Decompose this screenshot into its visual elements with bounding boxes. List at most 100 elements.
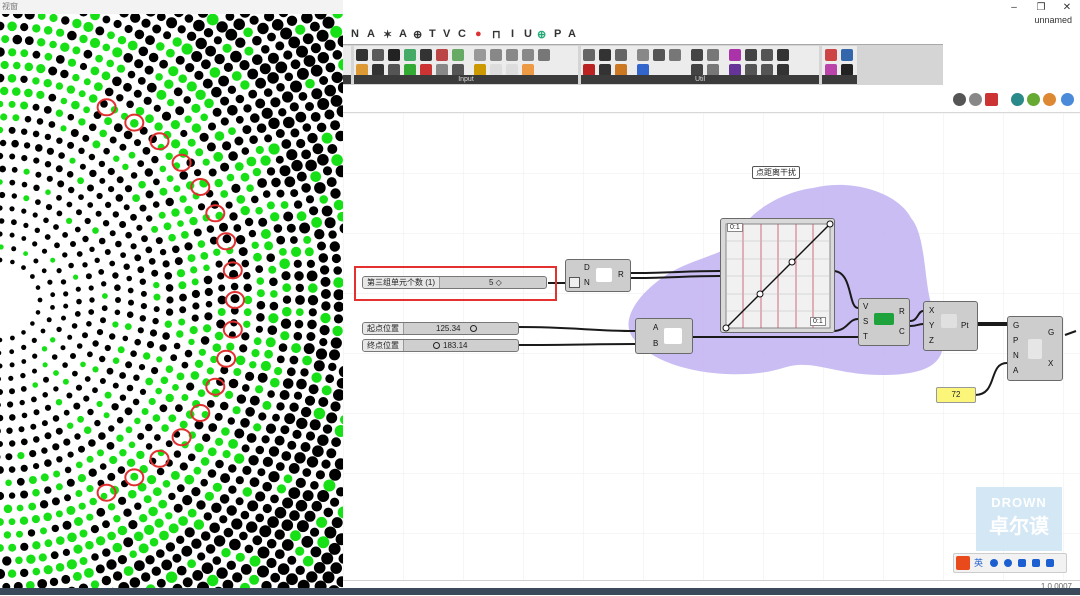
sogou-icon[interactable] — [956, 556, 970, 570]
rhino-viewport[interactable]: 视窗 — [0, 0, 344, 595]
divide-output-r[interactable]: R — [618, 270, 624, 279]
remap-input-s[interactable]: S — [863, 317, 868, 326]
globe-icon[interactable] — [1061, 93, 1074, 106]
mic-icon[interactable] — [1018, 559, 1026, 567]
grid-icon[interactable] — [404, 49, 416, 61]
no-entry-icon[interactable] — [707, 49, 719, 61]
slider-start-value[interactable]: 125.34 — [436, 323, 460, 334]
minimize-button[interactable]: – — [1006, 2, 1022, 13]
solve-icon[interactable] — [1027, 93, 1040, 106]
bounds-input-b[interactable]: B — [653, 339, 658, 348]
divide-input-n[interactable]: N — [584, 278, 590, 287]
sphere-render-icon[interactable] — [1043, 93, 1056, 106]
cluster-icon[interactable] — [653, 49, 665, 61]
remap-output-r[interactable]: R — [899, 307, 905, 316]
emoji-icon[interactable] — [1004, 559, 1012, 567]
util-panel-label: Util — [581, 75, 819, 84]
point-input-x[interactable]: X — [929, 306, 934, 315]
restore-button[interactable]: ❐ — [1033, 2, 1049, 13]
populate-dots-icon — [1028, 339, 1042, 359]
tab-p[interactable]: P — [554, 28, 561, 40]
tab-c[interactable]: C — [458, 28, 466, 40]
bounds-icon — [664, 328, 682, 344]
slider-count[interactable]: 第三组单元个数 (1) 5 ◇ — [362, 276, 547, 289]
remap-input-t[interactable]: T — [863, 332, 868, 341]
color-wheel-icon[interactable] — [452, 49, 464, 61]
gear-icon[interactable] — [474, 49, 486, 61]
link-icon[interactable] — [538, 49, 550, 61]
tab-star[interactable]: ✶ — [383, 28, 392, 41]
point-input-z[interactable]: Z — [929, 336, 934, 345]
shape-icon[interactable] — [637, 49, 649, 61]
fx-icon[interactable] — [825, 49, 837, 61]
tab-i[interactable]: I — [511, 28, 514, 40]
point-output-pt[interactable]: Pt — [961, 321, 969, 330]
pop-input-p[interactable]: P — [1013, 336, 1018, 345]
pop-input-a[interactable]: A — [1013, 366, 1018, 375]
value-panel[interactable]: 72 — [936, 387, 976, 403]
slider-end[interactable]: 终点位置 183.14 — [362, 339, 519, 352]
paint-icon[interactable] — [729, 49, 741, 61]
cup-icon[interactable] — [745, 49, 757, 61]
populate-component[interactable]: G P N A G X — [1007, 316, 1063, 381]
tab-v[interactable]: V — [443, 28, 450, 40]
slider-end-value[interactable]: 183.14 — [443, 340, 467, 351]
slider-start[interactable]: 起点位置 125.34 — [362, 322, 519, 335]
slider-start-grip-icon[interactable] — [470, 325, 477, 332]
pop-output-g[interactable]: G — [1048, 328, 1054, 337]
graph-mapper[interactable]: 0:1 0:1 — [720, 218, 835, 333]
wire-icon[interactable] — [969, 93, 982, 106]
divide-input-d[interactable]: D — [584, 263, 590, 272]
tab-globe2[interactable]: ⊕ — [537, 28, 546, 41]
tab-a3[interactable]: A — [568, 28, 576, 40]
target-icon[interactable] — [669, 49, 681, 61]
point-input-y[interactable]: Y — [929, 321, 934, 330]
shp-icon[interactable] — [522, 49, 534, 61]
3dm-icon[interactable] — [490, 49, 502, 61]
shirt-icon[interactable] — [1046, 559, 1054, 567]
close-button[interactable]: ✕ — [1059, 2, 1075, 13]
translate-icon[interactable] — [841, 49, 853, 61]
bounds-input-a[interactable]: A — [653, 323, 658, 332]
tab-a2[interactable]: A — [399, 28, 407, 40]
tab-t[interactable]: T — [429, 28, 436, 40]
stamp-icon[interactable] — [599, 49, 611, 61]
ring-icon[interactable] — [615, 49, 627, 61]
punct-icon[interactable] — [990, 559, 998, 567]
shaded-icon[interactable] — [985, 93, 998, 106]
slider-end-grip-icon[interactable] — [433, 342, 440, 349]
curve-icon[interactable] — [372, 49, 384, 61]
slider-count-value[interactable]: 5 ◇ — [489, 277, 502, 288]
tab-globe[interactable]: ⊕ — [413, 28, 422, 41]
tab-a[interactable]: A — [367, 28, 375, 40]
remap-output-c[interactable]: C — [899, 327, 905, 336]
pop-input-n[interactable]: N — [1013, 351, 1019, 360]
tab-n[interactable]: N — [351, 28, 359, 40]
ball-icon[interactable] — [777, 49, 789, 61]
helmet-icon[interactable] — [761, 49, 773, 61]
brush-icon[interactable] — [356, 49, 368, 61]
wave-icon[interactable] — [583, 49, 595, 61]
preview-icon[interactable] — [953, 93, 966, 106]
remap-component[interactable]: V S T R C — [858, 298, 910, 346]
number-icon[interactable] — [436, 49, 448, 61]
pop-output-x[interactable]: X — [1048, 359, 1053, 368]
box-icon[interactable] — [420, 49, 432, 61]
bounds-component[interactable]: A B — [635, 318, 693, 354]
tab-u[interactable]: U — [524, 28, 532, 40]
bake-icon[interactable] — [1011, 93, 1024, 106]
ime-lang[interactable]: 英 — [974, 556, 983, 569]
tab-square[interactable]: ⊓ — [492, 28, 501, 41]
remap-input-v[interactable]: V — [863, 302, 868, 311]
arrow-right-icon[interactable] — [691, 49, 703, 61]
definition-canvas[interactable]: 第三组单元个数 (1) 5 ◇ 起点位置 125.34 终点位置 183.14 … — [343, 113, 1080, 580]
divide-component[interactable]: D N R — [565, 259, 631, 292]
keyboard-icon[interactable] — [1032, 559, 1040, 567]
tab-dot[interactable]: ● — [475, 28, 482, 40]
sphere-icon[interactable] — [388, 49, 400, 61]
dot-pattern — [0, 0, 343, 595]
img-icon[interactable] — [506, 49, 518, 61]
construct-point-component[interactable]: X Y Z Pt — [923, 301, 978, 351]
group-label[interactable]: 点距离干扰 — [752, 166, 800, 179]
pop-input-g[interactable]: G — [1013, 321, 1019, 330]
